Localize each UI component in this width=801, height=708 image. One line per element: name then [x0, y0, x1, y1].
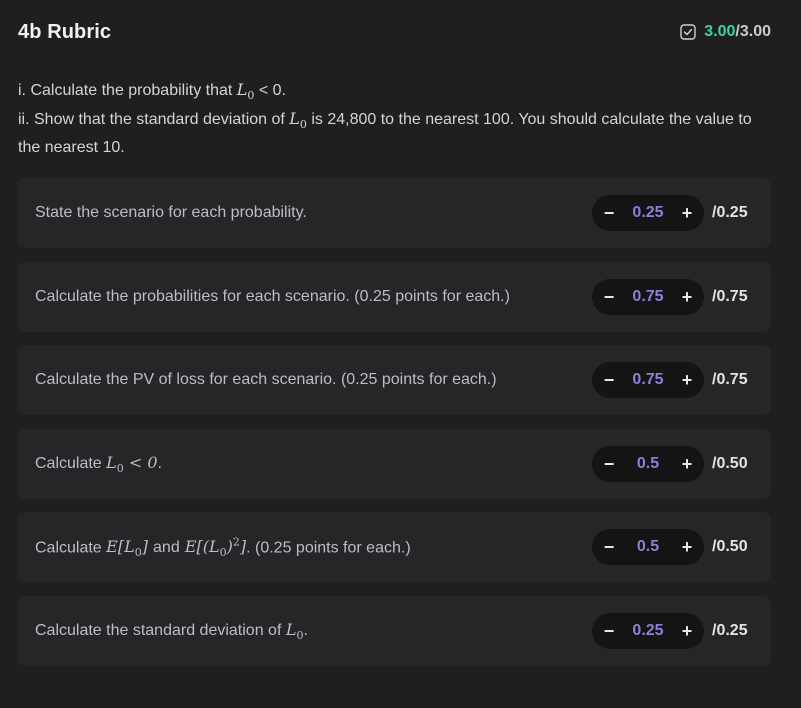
text-part: . [303, 621, 308, 639]
decrement-button[interactable]: − [602, 538, 616, 556]
score-controls: − 0.5 + /0.50 [592, 445, 754, 482]
math-expression: L0 [285, 619, 304, 643]
decrement-button[interactable]: − [602, 288, 616, 306]
math-expression: L0 < 0 [106, 452, 158, 475]
score-value[interactable]: 0.25 [630, 204, 666, 222]
math-expression: L0 [236, 80, 255, 102]
increment-button[interactable]: + [680, 371, 694, 389]
checkbox-check-icon [680, 24, 696, 40]
increment-button[interactable]: + [680, 622, 694, 640]
rubric-item-text: State the scenario for each probability. [35, 204, 307, 221]
score-max-value: /0.50 [712, 454, 748, 472]
score-max-value: /0.25 [712, 204, 748, 221]
score-stepper: − 0.5 + [592, 445, 704, 482]
increment-button[interactable]: + [680, 204, 694, 222]
rubric-item: Calculate E[L0] and E[(L0)2]. (0.25 poin… [17, 512, 771, 583]
rubric-item-text: Calculate the probabilities for each sce… [35, 287, 510, 305]
text-part: Calculate [35, 538, 107, 556]
score-controls: − 0.25 + /0.25 [592, 612, 754, 649]
decrement-button[interactable]: − [602, 622, 616, 640]
score-stepper: − 0.25 + [592, 195, 704, 231]
math-sub: 0 [299, 118, 307, 132]
score-value[interactable]: 0.75 [630, 371, 666, 389]
rubric-item: Calculate the probabilities for each sce… [17, 261, 771, 332]
rubric-title: 4b Rubric [18, 20, 112, 43]
math-expression: E[L0] and E[(L0)2] [106, 535, 247, 560]
score-max: /3.00 [735, 23, 771, 40]
score-earned: 3.00 [704, 23, 736, 40]
rubric-items: State the scenario for each probability.… [17, 178, 771, 680]
rubric-item-text: Calculate the PV of loss for each scenar… [35, 371, 497, 389]
text-part: Calculate the standard deviation of [35, 621, 286, 639]
rubric-item: State the scenario for each probability.… [17, 178, 771, 248]
math-var: L [236, 80, 248, 99]
rubric-panel: 4b Rubric 3.00/3.00 i. Calculate the pro… [0, 0, 801, 708]
rubric-item: Calculate L0 < 0. − 0.5 + /0.50 [17, 428, 771, 499]
increment-button[interactable]: + [680, 288, 694, 306]
rubric-item: Calculate the standard deviation of L0. … [17, 595, 771, 666]
math-expression: L0 [289, 109, 307, 132]
score-max-value: /0.50 [712, 538, 748, 556]
question-prompt: i. Calculate the probability that L0 < 0… [18, 78, 778, 159]
score-controls: − 0.5 + /0.50 [592, 529, 754, 566]
prompt-part-i: i. Calculate the probability that L0 < 0… [18, 78, 778, 107]
score-value[interactable]: 0.75 [630, 288, 666, 306]
prompt-text: ii. Show that the standard deviation of [18, 111, 290, 129]
math-var: L [289, 109, 300, 129]
score-value[interactable]: 0.25 [630, 622, 666, 640]
increment-button[interactable]: + [680, 455, 694, 473]
decrement-button[interactable]: − [602, 204, 616, 222]
score-controls: − 0.75 + /0.75 [592, 362, 754, 399]
prompt-text: < 0. [254, 82, 286, 99]
score-value[interactable]: 0.5 [630, 455, 666, 473]
score-max-value: /0.75 [712, 287, 748, 305]
score-stepper: − 0.25 + [592, 612, 704, 649]
total-score: 3.00/3.00 [680, 23, 771, 41]
prompt-part-ii: ii. Show that the standard deviation of … [18, 107, 778, 159]
score-stepper: − 0.75 + [592, 362, 704, 399]
score-controls: − 0.25 + /0.25 [592, 195, 754, 231]
increment-button[interactable]: + [680, 538, 694, 556]
text-part: Calculate [35, 454, 107, 472]
score-controls: − 0.75 + /0.75 [592, 278, 754, 315]
score-stepper: − 0.5 + [592, 529, 704, 566]
score-stepper: − 0.75 + [592, 278, 704, 315]
rubric-item-text: Calculate E[L0] and E[(L0)2]. (0.25 poin… [35, 536, 411, 560]
rubric-item-text: Calculate L0 < 0. [35, 453, 162, 475]
text-part: . [157, 454, 162, 472]
rubric-item: Calculate the PV of loss for each scenar… [17, 345, 771, 416]
rubric-header: 4b Rubric 3.00/3.00 [18, 18, 771, 46]
decrement-button[interactable]: − [602, 455, 616, 473]
prompt-text: i. Calculate the probability that [18, 82, 237, 99]
decrement-button[interactable]: − [602, 371, 616, 389]
score-value[interactable]: 0.5 [630, 538, 666, 556]
score-max-value: /0.25 [712, 621, 748, 639]
rubric-item-text: Calculate the standard deviation of L0. [35, 620, 308, 642]
text-part: . (0.25 points for each.) [246, 538, 411, 556]
score-max-value: /0.75 [712, 371, 748, 389]
